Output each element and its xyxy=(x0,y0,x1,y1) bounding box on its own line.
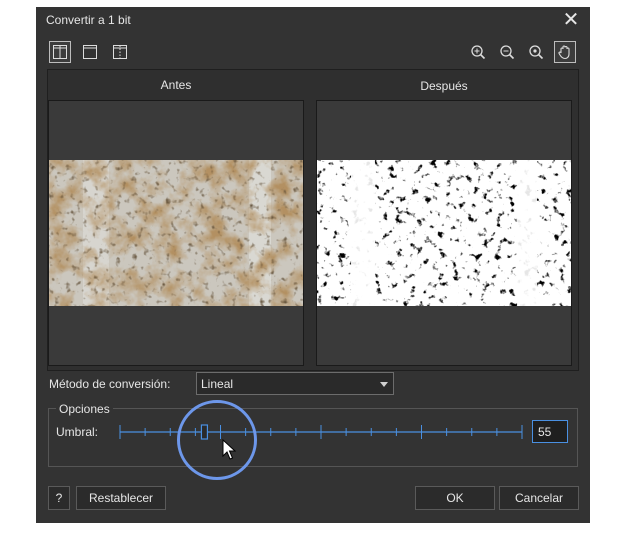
zoom-fit-icon xyxy=(529,45,544,60)
before-pane[interactable] xyxy=(48,100,304,366)
pan-hand-button[interactable] xyxy=(554,41,576,63)
options-legend: Opciones xyxy=(56,402,113,416)
single-view-icon xyxy=(83,45,97,59)
threshold-label: Umbral: xyxy=(56,425,99,439)
zoom-in-button[interactable] xyxy=(467,41,489,63)
ok-button[interactable]: OK xyxy=(415,486,495,510)
pan-hand-icon xyxy=(558,45,570,60)
before-label: Antes xyxy=(160,78,192,92)
method-select[interactable]: Lineal xyxy=(196,372,394,395)
zoom-out-button[interactable] xyxy=(496,41,518,63)
threshold-input[interactable]: 55 xyxy=(532,420,568,443)
before-image xyxy=(49,160,303,306)
dialog-title: Convertir a 1 bit xyxy=(46,13,131,27)
help-button[interactable]: ? xyxy=(48,486,70,510)
cancel-button[interactable]: Cancelar xyxy=(499,486,579,510)
zoom-out-icon xyxy=(500,45,515,60)
highlight-circle xyxy=(177,400,257,480)
compare-view-button[interactable] xyxy=(109,41,131,63)
compare-view-icon xyxy=(113,45,127,59)
after-pane[interactable] xyxy=(316,100,572,366)
after-image xyxy=(317,160,571,306)
preview-area[interactable]: Antes Después xyxy=(47,69,579,371)
mouse-cursor-icon xyxy=(222,439,236,460)
zoom-in-icon xyxy=(471,45,486,60)
split-view-icon xyxy=(53,45,67,59)
split-view-button[interactable] xyxy=(49,41,71,63)
reset-button[interactable]: Restablecer xyxy=(76,486,166,510)
single-view-button[interactable] xyxy=(79,41,101,63)
after-label: Después xyxy=(420,79,468,93)
method-value: Lineal xyxy=(201,377,234,391)
zoom-fit-button[interactable] xyxy=(525,41,547,63)
title-bar[interactable]: Convertir a 1 bit ✕ xyxy=(36,7,590,33)
threshold-value: 55 xyxy=(538,425,552,439)
method-label: Método de conversión: xyxy=(49,377,171,391)
close-icon[interactable]: ✕ xyxy=(560,9,582,31)
chevron-down-icon xyxy=(380,382,388,387)
convert-1bit-dialog: Convertir a 1 bit ✕ Antes Después Método… xyxy=(36,7,590,523)
